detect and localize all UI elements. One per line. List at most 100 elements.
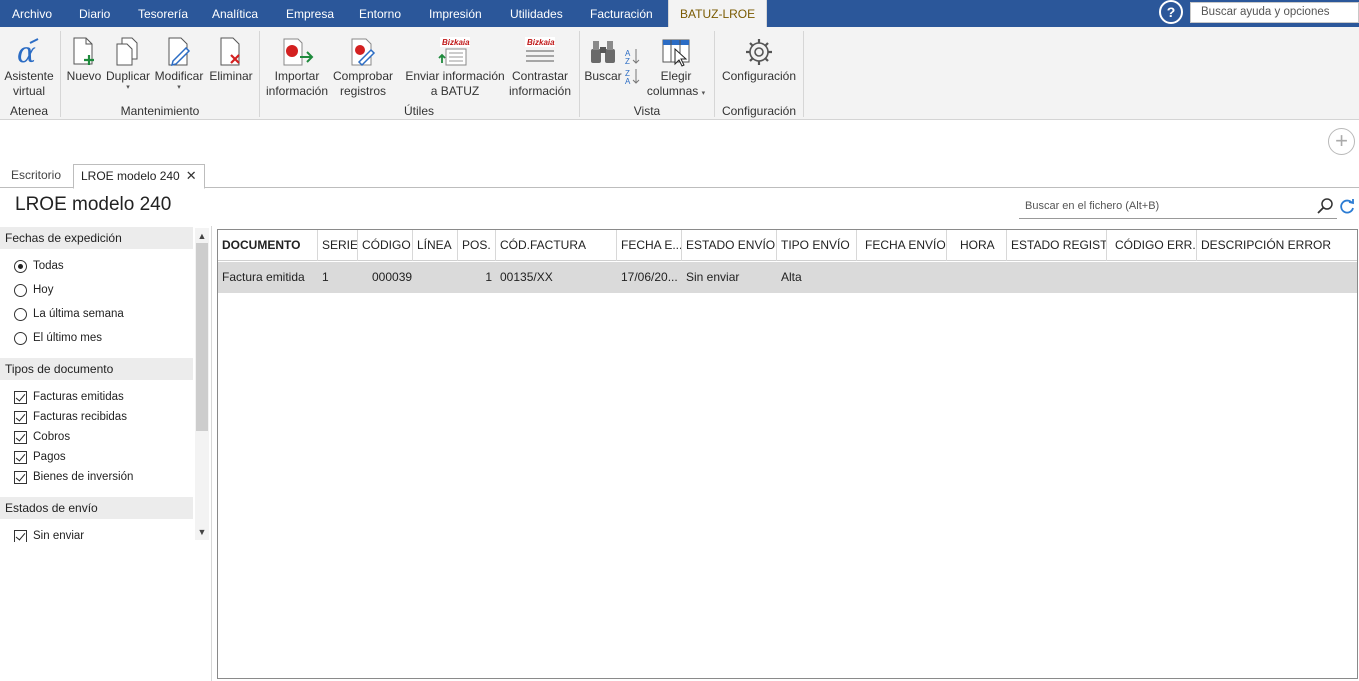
add-tab-icon[interactable]: +	[1328, 128, 1355, 155]
contrastar-informacion-button[interactable]: Bizkaia Contrastar información	[507, 27, 573, 99]
cell-pos: 1	[485, 270, 492, 284]
checkbox-checked[interactable]	[14, 530, 27, 542]
duplicar-caret-icon: ▾	[126, 84, 130, 91]
close-tab-icon[interactable]: ✕	[186, 168, 197, 183]
checkbox-label: Cobros	[33, 431, 71, 443]
radio-button[interactable]	[14, 284, 27, 297]
menu-tab-tesoreria[interactable]: Tesorería	[138, 0, 188, 27]
page-title: LROE modelo 240	[15, 194, 172, 215]
radio-label: El último mes	[33, 332, 103, 344]
radio-button-selected[interactable]	[14, 260, 27, 273]
svg-text:Z: Z	[625, 57, 630, 66]
scroll-down-icon[interactable]: ▼	[196, 525, 208, 539]
menu-tab-entorno[interactable]: Entorno	[359, 0, 401, 27]
importar-informacion-button[interactable]: Importar información	[263, 27, 331, 99]
filter-section-tipos[interactable]: Tipos de documento	[0, 358, 193, 380]
cell-documento: Factura emitida	[222, 270, 305, 284]
column-header-fecha-expedicion[interactable]: FECHA E...	[617, 230, 682, 261]
menu-tab-utilidades[interactable]: Utilidades	[510, 0, 563, 27]
checkbox-label: Pagos	[33, 451, 66, 463]
column-header-hora[interactable]: HORA	[947, 230, 1007, 261]
filter-scrollbar-thumb[interactable]	[196, 243, 208, 431]
tab-lroe-modelo-240[interactable]: LROE modelo 240 ✕	[73, 164, 205, 189]
column-header-codigo-error[interactable]: CÓDIGO ERR...	[1107, 230, 1197, 261]
help-search-input[interactable]: Buscar ayuda y opciones	[1190, 2, 1359, 23]
table-row[interactable]: Factura emitida 1 000039 1 00135/XX 17/0…	[218, 262, 1357, 293]
import-bizkaia-icon	[283, 38, 314, 66]
duplicar-button[interactable]: Duplicar ▾	[105, 27, 151, 92]
refresh-icon[interactable]	[1339, 197, 1355, 215]
menu-tab-facturacion[interactable]: Facturación	[590, 0, 653, 27]
column-header-serie[interactable]: SERIE	[318, 230, 358, 261]
radio-label: La última semana	[33, 308, 124, 320]
svg-text:A: A	[625, 77, 631, 85]
column-header-estado-envio[interactable]: ESTADO ENVÍO	[682, 230, 777, 261]
filter-section-fechas[interactable]: Fechas de expedición	[0, 227, 193, 249]
checkbox-label: Facturas emitidas	[33, 391, 124, 403]
group-label-mantenimiento: Mantenimiento	[120, 104, 200, 118]
menu-bar: Archivo Diario Tesorería Analítica Empre…	[0, 0, 1359, 28]
cell-descripcion-error	[1197, 262, 1357, 293]
checkbox-checked[interactable]	[14, 411, 27, 424]
data-grid: DOCUMENTO SERIE CÓDIGO LÍNEA POS. CÓD.FA…	[217, 229, 1358, 679]
panel-divider[interactable]	[211, 226, 212, 681]
checkbox-checked[interactable]	[14, 451, 27, 464]
group-label-vista: Vista	[633, 104, 661, 118]
file-search-input[interactable]: Buscar en el fichero (Alt+B)	[1019, 195, 1337, 219]
checkbox-label: Bienes de inversión	[33, 471, 134, 483]
column-header-documento[interactable]: DOCUMENTO	[218, 230, 318, 261]
elegir-columnas-button[interactable]: Elegir columnas ▾	[646, 27, 706, 101]
checkbox-checked[interactable]	[14, 431, 27, 444]
ribbon: α Asistente virtual Atenea Nuevo Duplica…	[0, 27, 1359, 120]
comprobar-label-line2: registros	[339, 84, 386, 98]
filter-panel: Fechas de expedición Todas Hoy La última…	[0, 226, 210, 542]
help-icon[interactable]: ?	[1159, 0, 1183, 24]
contrast-info-icon: Bizkaia	[525, 37, 555, 62]
edit-document-icon	[168, 37, 191, 67]
nuevo-button[interactable]: Nuevo	[65, 27, 103, 84]
menu-tab-archivo[interactable]: Archivo	[12, 0, 52, 27]
radio-button[interactable]	[14, 332, 27, 345]
cell-serie: 1	[322, 270, 329, 284]
group-separator	[60, 31, 61, 117]
cell-estado-envio: Sin enviar	[686, 270, 740, 284]
menu-tab-impresion[interactable]: Impresión	[429, 0, 482, 27]
checkbox-checked[interactable]	[14, 391, 27, 404]
menu-tab-batuz-lroe[interactable]: BATUZ-LROE	[668, 0, 768, 28]
asistente-virtual-button[interactable]: α Asistente virtual	[2, 27, 56, 99]
eliminar-button[interactable]: Eliminar	[208, 27, 254, 84]
svg-text:Bizkaia: Bizkaia	[527, 38, 555, 47]
cell-hora	[947, 262, 1007, 293]
choose-columns-icon	[662, 39, 690, 67]
column-header-cod-factura[interactable]: CÓD.FACTURA	[496, 230, 617, 261]
radio-button[interactable]	[14, 308, 27, 321]
filter-section-estados[interactable]: Estados de envío	[0, 497, 193, 519]
elegir-label-line2: columnas ▾	[646, 84, 706, 101]
column-header-fecha-envio[interactable]: FECHA ENVÍO	[857, 230, 947, 261]
elegir-label-text: columnas	[646, 84, 699, 98]
scroll-up-icon[interactable]: ▲	[196, 229, 208, 243]
column-header-linea[interactable]: LÍNEA	[413, 230, 458, 261]
column-header-pos[interactable]: POS.	[458, 230, 496, 261]
comprobar-registros-button[interactable]: Comprobar registros	[332, 27, 394, 99]
menu-tab-diario[interactable]: Diario	[79, 0, 110, 27]
column-header-codigo[interactable]: CÓDIGO	[358, 230, 413, 261]
sort-az-icon[interactable]: A Z Z A	[624, 45, 642, 86]
menu-tab-empresa[interactable]: Empresa	[286, 0, 334, 27]
menu-tab-analitica[interactable]: Analítica	[212, 0, 258, 27]
comprobar-label-line1: Comprobar	[332, 69, 394, 83]
search-icon[interactable]	[1316, 197, 1334, 215]
column-header-descripcion-error[interactable]: DESCRIPCIÓN ERROR	[1197, 230, 1357, 261]
enviar-batuz-button[interactable]: Bizkaia Enviar información a BATUZ	[405, 27, 505, 99]
buscar-button[interactable]: Buscar	[584, 27, 622, 84]
configuracion-button[interactable]: Configuración	[720, 27, 798, 84]
atenea-icon: α	[17, 37, 39, 67]
tab-lroe-label: LROE modelo 240	[81, 169, 180, 183]
checkbox-label: Facturas recibidas	[33, 411, 127, 423]
modificar-button[interactable]: Modificar ▾	[153, 27, 205, 92]
checkbox-checked[interactable]	[14, 471, 27, 484]
tab-escritorio[interactable]: Escritorio	[11, 164, 61, 188]
group-label-utiles: Útiles	[403, 104, 434, 118]
column-header-tipo-envio[interactable]: TIPO ENVÍO	[777, 230, 857, 261]
column-header-estado-registro[interactable]: ESTADO REGIST...	[1007, 230, 1107, 261]
